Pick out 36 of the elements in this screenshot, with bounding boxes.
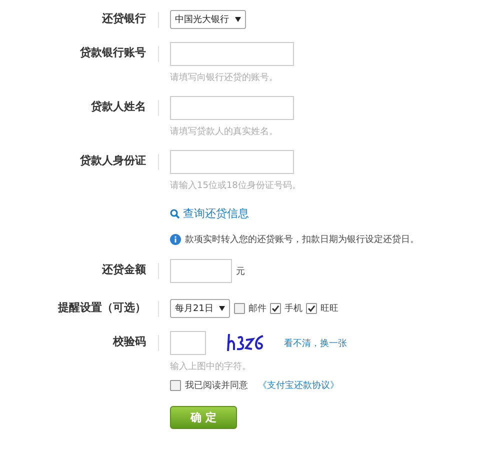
- bank-select[interactable]: 中国光大银行: [170, 10, 246, 29]
- input-field[interactable]: [170, 150, 294, 174]
- agreement-text: 我已阅读并同意: [185, 380, 248, 392]
- option-label: 手机: [284, 302, 302, 315]
- option-label: 旺旺: [320, 303, 338, 315]
- agreement-link[interactable]: 《支付宝还款协议》: [258, 379, 339, 392]
- caret-icon: [219, 306, 226, 312]
- query-link[interactable]: 查询还贷信息: [170, 206, 249, 221]
- field-label: 贷款人身份证: [79, 153, 146, 169]
- input-field[interactable]: [170, 96, 294, 120]
- refresh-captcha-link[interactable]: 看不清，换一张: [284, 336, 347, 350]
- field-label: 还贷银行: [101, 11, 146, 27]
- field-label: 提醒设置（可选）: [56, 300, 146, 316]
- caret-icon: [235, 17, 241, 22]
- info-icon: [170, 234, 181, 245]
- field-hint: 请填写贷款人的真实姓名。: [170, 126, 278, 138]
- confirm-button[interactable]: 确 定: [170, 406, 237, 429]
- unit-label: 元: [236, 266, 245, 278]
- notice-text: 款项实时转入您的还贷账号，扣款日期为银行设定还贷日。: [185, 234, 419, 246]
- amount-field[interactable]: [170, 259, 232, 283]
- field-hint: 输入上图中的字符。: [170, 360, 251, 373]
- search-icon: [170, 208, 180, 218]
- checkbox[interactable]: [170, 380, 181, 391]
- input-field[interactable]: [170, 42, 294, 66]
- checkbox[interactable]: [270, 303, 282, 314]
- field-label: 贷款银行账号: [79, 45, 146, 61]
- field-label: 贷款人姓名: [90, 99, 146, 115]
- field-label: 校验码: [112, 334, 146, 350]
- option-label: 邮件: [248, 302, 266, 315]
- field-label: 还贷金额: [101, 262, 146, 278]
- checkbox[interactable]: [234, 303, 246, 314]
- field-hint: 请输入15位或18位身份证号码。: [170, 180, 301, 192]
- day-select[interactable]: 每月21日: [170, 299, 230, 318]
- checkbox[interactable]: [306, 303, 318, 314]
- field-hint: 请填写向银行还贷的账号。: [170, 72, 278, 84]
- captcha-field[interactable]: [170, 331, 206, 355]
